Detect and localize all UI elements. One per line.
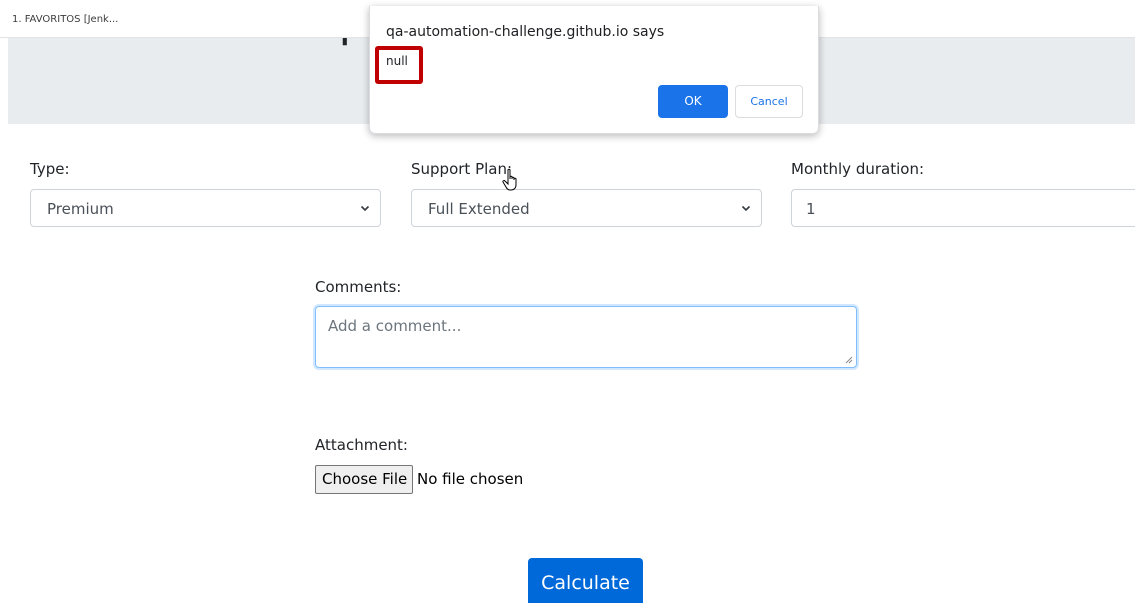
page: 1. FAVORITOS [Jenk... Product Cost Calcu…: [0, 0, 1135, 603]
dialog-message: null: [386, 54, 408, 68]
comments-textarea[interactable]: Add a comment...: [315, 306, 857, 368]
comments-label: Comments:: [315, 278, 402, 296]
calculate-button[interactable]: Calculate: [528, 558, 643, 603]
chevron-down-icon: [360, 205, 370, 212]
monthly-duration-label: Monthly duration:: [791, 160, 925, 178]
hand-pointer-cursor-icon: [502, 168, 517, 191]
type-label: Type:: [30, 160, 70, 178]
choose-file-button[interactable]: Choose File: [315, 465, 413, 494]
attachment-label: Attachment:: [315, 436, 408, 454]
support-plan-label: Support Plan:: [411, 160, 513, 178]
file-status-text: No file chosen: [417, 470, 524, 488]
type-selected-value: Premium: [47, 200, 114, 218]
bookmark-item[interactable]: 1. FAVORITOS [Jenk...: [12, 14, 118, 25]
support-plan-selected-value: Full Extended: [428, 200, 530, 218]
alert-dialog: qa-automation-challenge.github.io says n…: [369, 6, 819, 134]
monthly-duration-value: 1: [806, 200, 816, 218]
monthly-duration-input[interactable]: 1: [791, 189, 1135, 227]
chevron-down-icon: [741, 205, 751, 212]
dialog-title: qa-automation-challenge.github.io says: [386, 24, 665, 40]
comments-placeholder: Add a comment...: [328, 317, 462, 335]
support-plan-select[interactable]: Full Extended: [411, 189, 762, 227]
resize-grip-icon[interactable]: [845, 356, 853, 364]
cancel-button[interactable]: Cancel: [735, 85, 803, 118]
type-select[interactable]: Premium: [30, 189, 381, 227]
ok-button[interactable]: OK: [658, 85, 728, 118]
